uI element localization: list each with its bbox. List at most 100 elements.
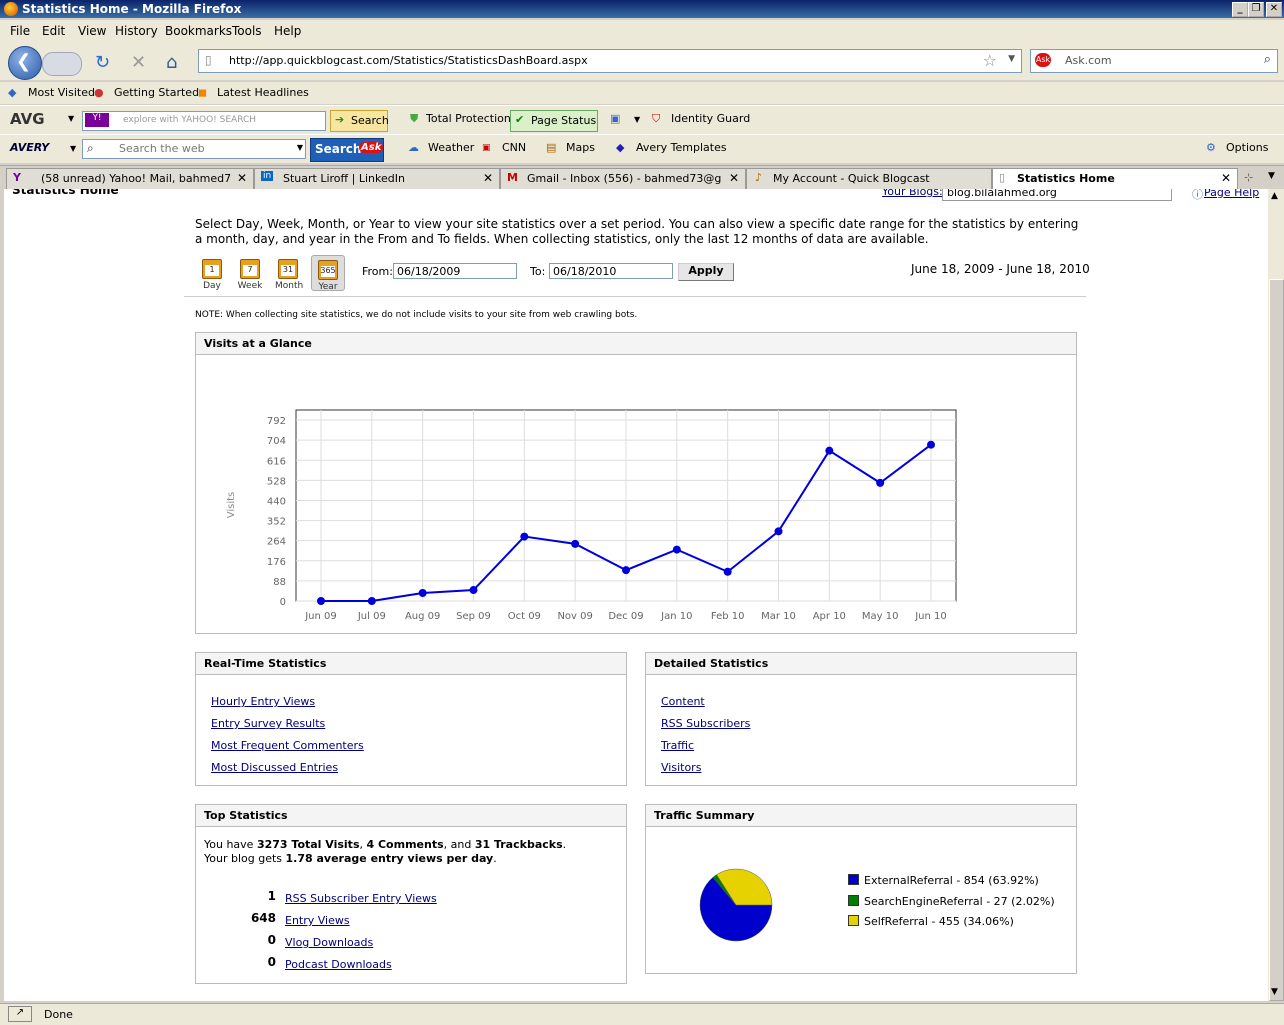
visits-panel-title: Visits at a Glance: [196, 333, 1076, 355]
entry-survey-results-link[interactable]: Entry Survey Results: [211, 717, 325, 730]
url-text: http://app.quickblogcast.com/Statistics/…: [229, 54, 588, 67]
close-tab-icon[interactable]: ✕: [1221, 171, 1231, 185]
tab-bar: Y (58 unread) Yahoo! Mail, bahmed73 ✕ in…: [0, 165, 1284, 190]
options-button[interactable]: Options: [1226, 141, 1268, 154]
scrollbar-thumb[interactable]: [1269, 279, 1284, 1001]
bookmark-latest-headlines[interactable]: Latest Headlines: [217, 86, 309, 99]
close-tab-icon[interactable]: ✕: [237, 171, 247, 185]
cnn-button[interactable]: CNN: [502, 141, 526, 154]
menu-view[interactable]: View: [78, 24, 106, 38]
bookmark-getting-started[interactable]: Getting Started: [114, 86, 199, 99]
avery-templates-icon: ◆: [616, 141, 625, 154]
menu-history[interactable]: History: [115, 24, 158, 38]
y-tick-label: 88: [273, 577, 286, 588]
day-button[interactable]: 1 Day: [199, 255, 225, 291]
rss-subscribers-link[interactable]: RSS Subscribers: [661, 717, 750, 730]
traffic-link[interactable]: Traffic: [661, 739, 694, 752]
content-link[interactable]: Content: [661, 695, 705, 708]
all-tabs-dropdown-icon[interactable]: ▼: [1268, 171, 1275, 181]
stop-icon[interactable]: ✕: [131, 52, 146, 73]
url-dropdown-icon[interactable]: ▼: [1008, 54, 1015, 64]
to-date-input[interactable]: 06/18/2010: [549, 263, 673, 279]
yahoo-search-input[interactable]: Y! explore with YAHOO! SEARCH: [82, 111, 326, 131]
web-search-placeholder: Search the web: [119, 142, 205, 155]
scroll-down-icon[interactable]: ▼: [1271, 987, 1278, 997]
rss-subscriber-entry-views-link[interactable]: RSS Subscriber Entry Views: [285, 892, 437, 905]
month-button[interactable]: 31 Month: [275, 255, 303, 291]
menu-help[interactable]: Help: [274, 24, 301, 38]
avery-logo[interactable]: AVERY: [10, 141, 49, 154]
search-ask-button[interactable]: Search Ask: [310, 138, 384, 162]
toolbar-tool-icon[interactable]: ▣: [610, 112, 620, 125]
vertical-scrollbar[interactable]: ▲ ▼: [1268, 189, 1284, 1001]
from-date-input[interactable]: 06/18/2009: [393, 263, 517, 279]
realtime-panel: Real-Time Statistics Hourly Entry Views …: [195, 652, 627, 786]
page-status-button[interactable]: ✔ Page Status: [510, 110, 598, 132]
tab-statistics-home[interactable]: ▯ Statistics Home ✕: [992, 168, 1238, 189]
back-button[interactable]: [8, 46, 42, 80]
page-status-label: Page Status: [531, 114, 597, 127]
web-search-input[interactable]: ⌕ Search the web ▼: [82, 139, 306, 159]
home-icon[interactable]: ⌂: [166, 52, 177, 73]
bookmark-most-visited[interactable]: Most Visited: [28, 86, 95, 99]
calendar-icon: 31: [278, 259, 298, 279]
avery-templates-button[interactable]: Avery Templates: [636, 141, 727, 154]
maximize-button[interactable]: ❐: [1248, 2, 1264, 17]
your-blogs-link[interactable]: Your Blogs:: [882, 189, 943, 198]
close-tab-icon[interactable]: ✕: [729, 171, 739, 185]
menu-tools[interactable]: Tools: [232, 24, 262, 38]
tab-linkedin[interactable]: in Stuart Liroff | LinkedIn ✕: [254, 168, 500, 189]
ask-logo: Ask: [359, 142, 384, 153]
visits-data-point: [367, 597, 376, 605]
tab-yahoo-mail[interactable]: Y (58 unread) Yahoo! Mail, bahmed73 ✕: [6, 168, 254, 189]
forward-button[interactable]: [42, 52, 82, 76]
search-icon[interactable]: ⌕: [1264, 52, 1271, 67]
vlog-downloads-link[interactable]: Vlog Downloads: [285, 936, 373, 949]
identity-guard-button[interactable]: Identity Guard: [671, 112, 750, 125]
minimize-button[interactable]: _: [1232, 2, 1248, 17]
tab-gmail[interactable]: M Gmail - Inbox (556) - bahmed73@gmai...…: [500, 168, 746, 189]
url-bar[interactable]: ▯ http://app.quickblogcast.com/Statistic…: [198, 49, 1022, 73]
close-button[interactable]: ✕: [1266, 2, 1282, 17]
most-frequent-commenters-link[interactable]: Most Frequent Commenters: [211, 739, 364, 752]
avg-dropdown-icon[interactable]: ▼: [68, 114, 74, 123]
tab-label: Statistics Home: [1017, 172, 1115, 185]
year-button[interactable]: 365 Year: [311, 255, 345, 292]
toolbar-tool-dropdown-icon[interactable]: ▼: [634, 115, 640, 124]
date-range-text: June 18, 2009 - June 18, 2010: [911, 262, 1090, 276]
search-engine-box[interactable]: Ask Ask.com ⌕: [1030, 49, 1278, 73]
scroll-up-icon[interactable]: ▲: [1271, 191, 1278, 201]
visitors-link[interactable]: Visitors: [661, 761, 701, 774]
web-search-dropdown-icon[interactable]: ▼: [297, 143, 303, 152]
y-tick-label: 0: [280, 597, 286, 608]
page-title: Statistics Home: [12, 189, 119, 197]
yahoo-search-button[interactable]: ➔ Search: [330, 110, 389, 132]
tab-list-icon[interactable]: ⊹: [1244, 171, 1253, 184]
x-tick-label: Jun 10: [914, 611, 947, 622]
avery-dropdown-icon[interactable]: ▼: [70, 144, 76, 153]
week-button[interactable]: 7 Week: [237, 255, 263, 291]
weather-button[interactable]: Weather: [428, 141, 474, 154]
menu-file[interactable]: File: [10, 24, 30, 38]
calendar-icon: 7: [240, 259, 260, 279]
entry-views-link[interactable]: Entry Views: [285, 914, 350, 927]
menu-bookmarks[interactable]: Bookmarks: [165, 24, 232, 38]
weather-icon: ☁: [408, 141, 419, 154]
star-icon[interactable]: ☆: [983, 51, 997, 70]
hourly-entry-views-link[interactable]: Hourly Entry Views: [211, 695, 315, 708]
podcast-downloads-link[interactable]: Podcast Downloads: [285, 958, 392, 971]
most-discussed-entries-link[interactable]: Most Discussed Entries: [211, 761, 338, 774]
blog-select[interactable]: blog.bilalahmed.org: [942, 189, 1172, 201]
total-protection-button[interactable]: Total Protection: [426, 112, 511, 125]
page-help-link[interactable]: Page Help: [1204, 189, 1259, 199]
menu-edit[interactable]: Edit: [42, 24, 65, 38]
avg-logo[interactable]: AVG: [10, 110, 45, 128]
maps-button[interactable]: Maps: [566, 141, 595, 154]
apply-button[interactable]: Apply: [678, 263, 734, 281]
legend-external: ExternalReferral - 854 (63.92%): [848, 874, 1039, 887]
reload-icon[interactable]: ↻: [95, 52, 110, 73]
crawler-note: NOTE: When collecting site statistics, w…: [195, 310, 638, 320]
close-tab-icon[interactable]: ✕: [483, 171, 493, 185]
ask-logo-icon[interactable]: Ask: [1035, 53, 1051, 67]
tab-my-account[interactable]: ♪ My Account - Quick Blogcast: [746, 168, 992, 189]
